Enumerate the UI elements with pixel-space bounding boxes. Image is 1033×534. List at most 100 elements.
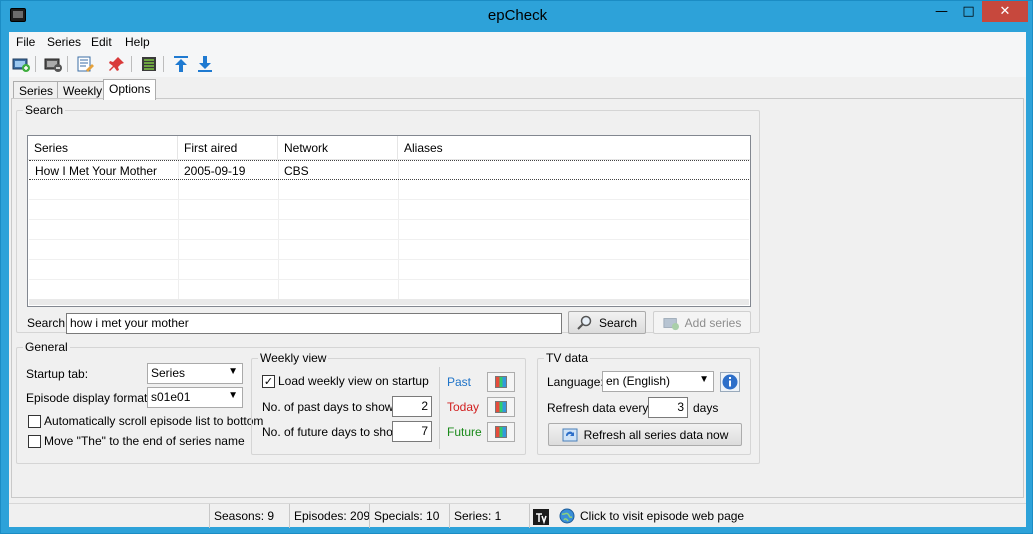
- search-button[interactable]: Search: [568, 311, 646, 334]
- language-select[interactable]: en (English) ▼: [602, 371, 714, 392]
- cell-series: How I Met Your Mother: [35, 164, 158, 178]
- list-view-icon[interactable]: [140, 55, 158, 73]
- tab-weekly[interactable]: Weekly: [57, 81, 109, 99]
- search-button-label: Search: [598, 315, 638, 330]
- status-seasons: Seasons: 9: [209, 504, 289, 528]
- menu-series[interactable]: Series: [47, 35, 81, 49]
- tv-data-group: TV data Language: en (English) ▼ Refresh…: [537, 351, 751, 455]
- tvdb-logo[interactable]: [529, 504, 555, 528]
- general-group-label: General: [23, 340, 70, 354]
- refresh-all-button[interactable]: Refresh all series data now: [548, 423, 742, 446]
- chevron-down-icon: ▼: [228, 390, 238, 401]
- language-label: Language:: [547, 375, 604, 389]
- status-series: Series: 1: [449, 504, 529, 528]
- past-days-label: No. of past days to show:: [262, 400, 397, 414]
- refresh-all-button-label: Refresh all series data now: [583, 427, 729, 442]
- cell-network: CBS: [284, 164, 309, 178]
- add-series-button[interactable]: Add series: [653, 311, 751, 334]
- divider: [439, 367, 440, 449]
- refresh-interval-input[interactable]: 3: [648, 397, 688, 418]
- search-group-label: Search: [23, 103, 66, 117]
- add-series-icon[interactable]: [12, 55, 30, 73]
- startup-tab-label: Startup tab:: [26, 367, 89, 381]
- past-color-label: Past: [447, 375, 472, 389]
- color-palette-icon: [495, 401, 507, 413]
- menu-bar: File Series Edit Help: [9, 32, 1026, 52]
- window-title: epCheck: [487, 7, 548, 24]
- refresh-icon: [562, 428, 578, 441]
- chevron-down-icon: ▼: [228, 366, 238, 377]
- column-header-series[interactable]: Series: [28, 136, 178, 160]
- status-specials: Specials: 10: [369, 504, 449, 528]
- refresh-interval-unit: days: [693, 401, 719, 415]
- future-color-label: Future: [447, 425, 482, 439]
- globe-icon: [559, 508, 575, 524]
- search-results-list[interactable]: Series First aired Network Aliases How I…: [27, 135, 751, 307]
- episode-format-label: Episode display format:: [26, 391, 151, 405]
- column-header-aliases[interactable]: Aliases: [398, 136, 750, 160]
- edit-series-icon[interactable]: [76, 55, 94, 73]
- future-days-input[interactable]: 7: [392, 421, 432, 442]
- auto-scroll-label[interactable]: Automatically scroll episode list to bot…: [44, 414, 263, 428]
- toolbar: [9, 52, 1026, 77]
- startup-tab-select[interactable]: Series ▼: [147, 363, 243, 384]
- status-bar: Seasons: 9 Episodes: 209 Specials: 10 Se…: [9, 503, 1026, 528]
- search-label: Search:: [27, 316, 69, 330]
- move-down-icon[interactable]: [196, 55, 214, 73]
- move-up-icon[interactable]: [172, 55, 190, 73]
- load-weekly-checkbox[interactable]: ✓: [262, 375, 275, 388]
- today-color-label: Today: [447, 400, 480, 414]
- visit-episode-link[interactable]: Click to visit episode web page: [555, 504, 785, 528]
- move-the-checkbox[interactable]: [28, 435, 41, 448]
- status-episodes: Episodes: 209: [289, 504, 370, 528]
- tv-data-group-label: TV data: [544, 351, 591, 365]
- cell-first-aired: 2005-09-19: [184, 164, 246, 178]
- load-weekly-label[interactable]: Load weekly view on startup: [278, 374, 429, 388]
- horizontal-scrollbar[interactable]: [29, 299, 749, 305]
- color-palette-icon: [495, 376, 507, 388]
- info-icon[interactable]: [720, 372, 740, 392]
- future-days-label: No. of future days to show:: [262, 425, 405, 439]
- pin-icon[interactable]: [108, 55, 126, 73]
- search-input[interactable]: how i met your mother: [66, 313, 562, 334]
- menu-edit[interactable]: Edit: [91, 35, 112, 49]
- menu-help[interactable]: Help: [125, 35, 150, 49]
- today-color-button[interactable]: [487, 397, 515, 417]
- refresh-interval-label: Refresh data every:: [547, 401, 652, 415]
- chevron-down-icon: ▼: [699, 374, 709, 385]
- startup-tab-value: Series: [151, 366, 186, 380]
- tv-logo-icon: [533, 508, 549, 525]
- table-row[interactable]: How I Met Your Mother 2005-09-19 CBS: [29, 160, 749, 180]
- episode-format-select[interactable]: s01e01 ▼: [147, 387, 243, 408]
- language-value: en (English): [606, 374, 671, 388]
- maximize-button[interactable]: □: [955, 1, 982, 22]
- color-palette-icon: [495, 426, 507, 438]
- search-group: Search Series First aired Network Aliase…: [16, 103, 760, 334]
- minimize-button[interactable]: —: [928, 1, 955, 22]
- past-days-input[interactable]: 2: [392, 396, 432, 417]
- column-header-network[interactable]: Network: [278, 136, 398, 160]
- future-color-button[interactable]: [487, 422, 515, 442]
- visit-episode-label: Click to visit episode web page: [580, 509, 745, 523]
- options-tab-page: Search Series First aired Network Aliase…: [11, 98, 1024, 498]
- magnifier-icon: [577, 315, 592, 330]
- title-bar: epCheck — □ ✕: [1, 1, 1033, 32]
- weekly-view-group-label: Weekly view: [258, 351, 329, 365]
- column-header-first-aired[interactable]: First aired: [178, 136, 278, 160]
- close-button[interactable]: ✕: [982, 1, 1028, 22]
- menu-file[interactable]: File: [16, 35, 35, 49]
- cell-aliases: [398, 161, 404, 181]
- client-area: File Series Edit Help Series Weekly Opti…: [9, 32, 1026, 528]
- auto-scroll-checkbox[interactable]: [28, 415, 41, 428]
- add-series-button-label: Add series: [684, 315, 742, 330]
- search-results-header: Series First aired Network Aliases: [28, 136, 750, 160]
- tab-options[interactable]: Options: [103, 79, 157, 100]
- general-group: General Startup tab: Series ▼ Episode di…: [16, 340, 760, 464]
- past-color-button[interactable]: [487, 372, 515, 392]
- tab-series[interactable]: Series: [13, 81, 60, 99]
- remove-series-icon[interactable]: [44, 55, 62, 73]
- move-the-label[interactable]: Move "The" to the end of series name: [44, 434, 245, 448]
- weekly-view-group: Weekly view ✓ Load weekly view on startu…: [251, 351, 526, 455]
- app-window: epCheck — □ ✕ File Series Edit Help Seri…: [0, 0, 1033, 534]
- episode-format-value: s01e01: [151, 390, 191, 404]
